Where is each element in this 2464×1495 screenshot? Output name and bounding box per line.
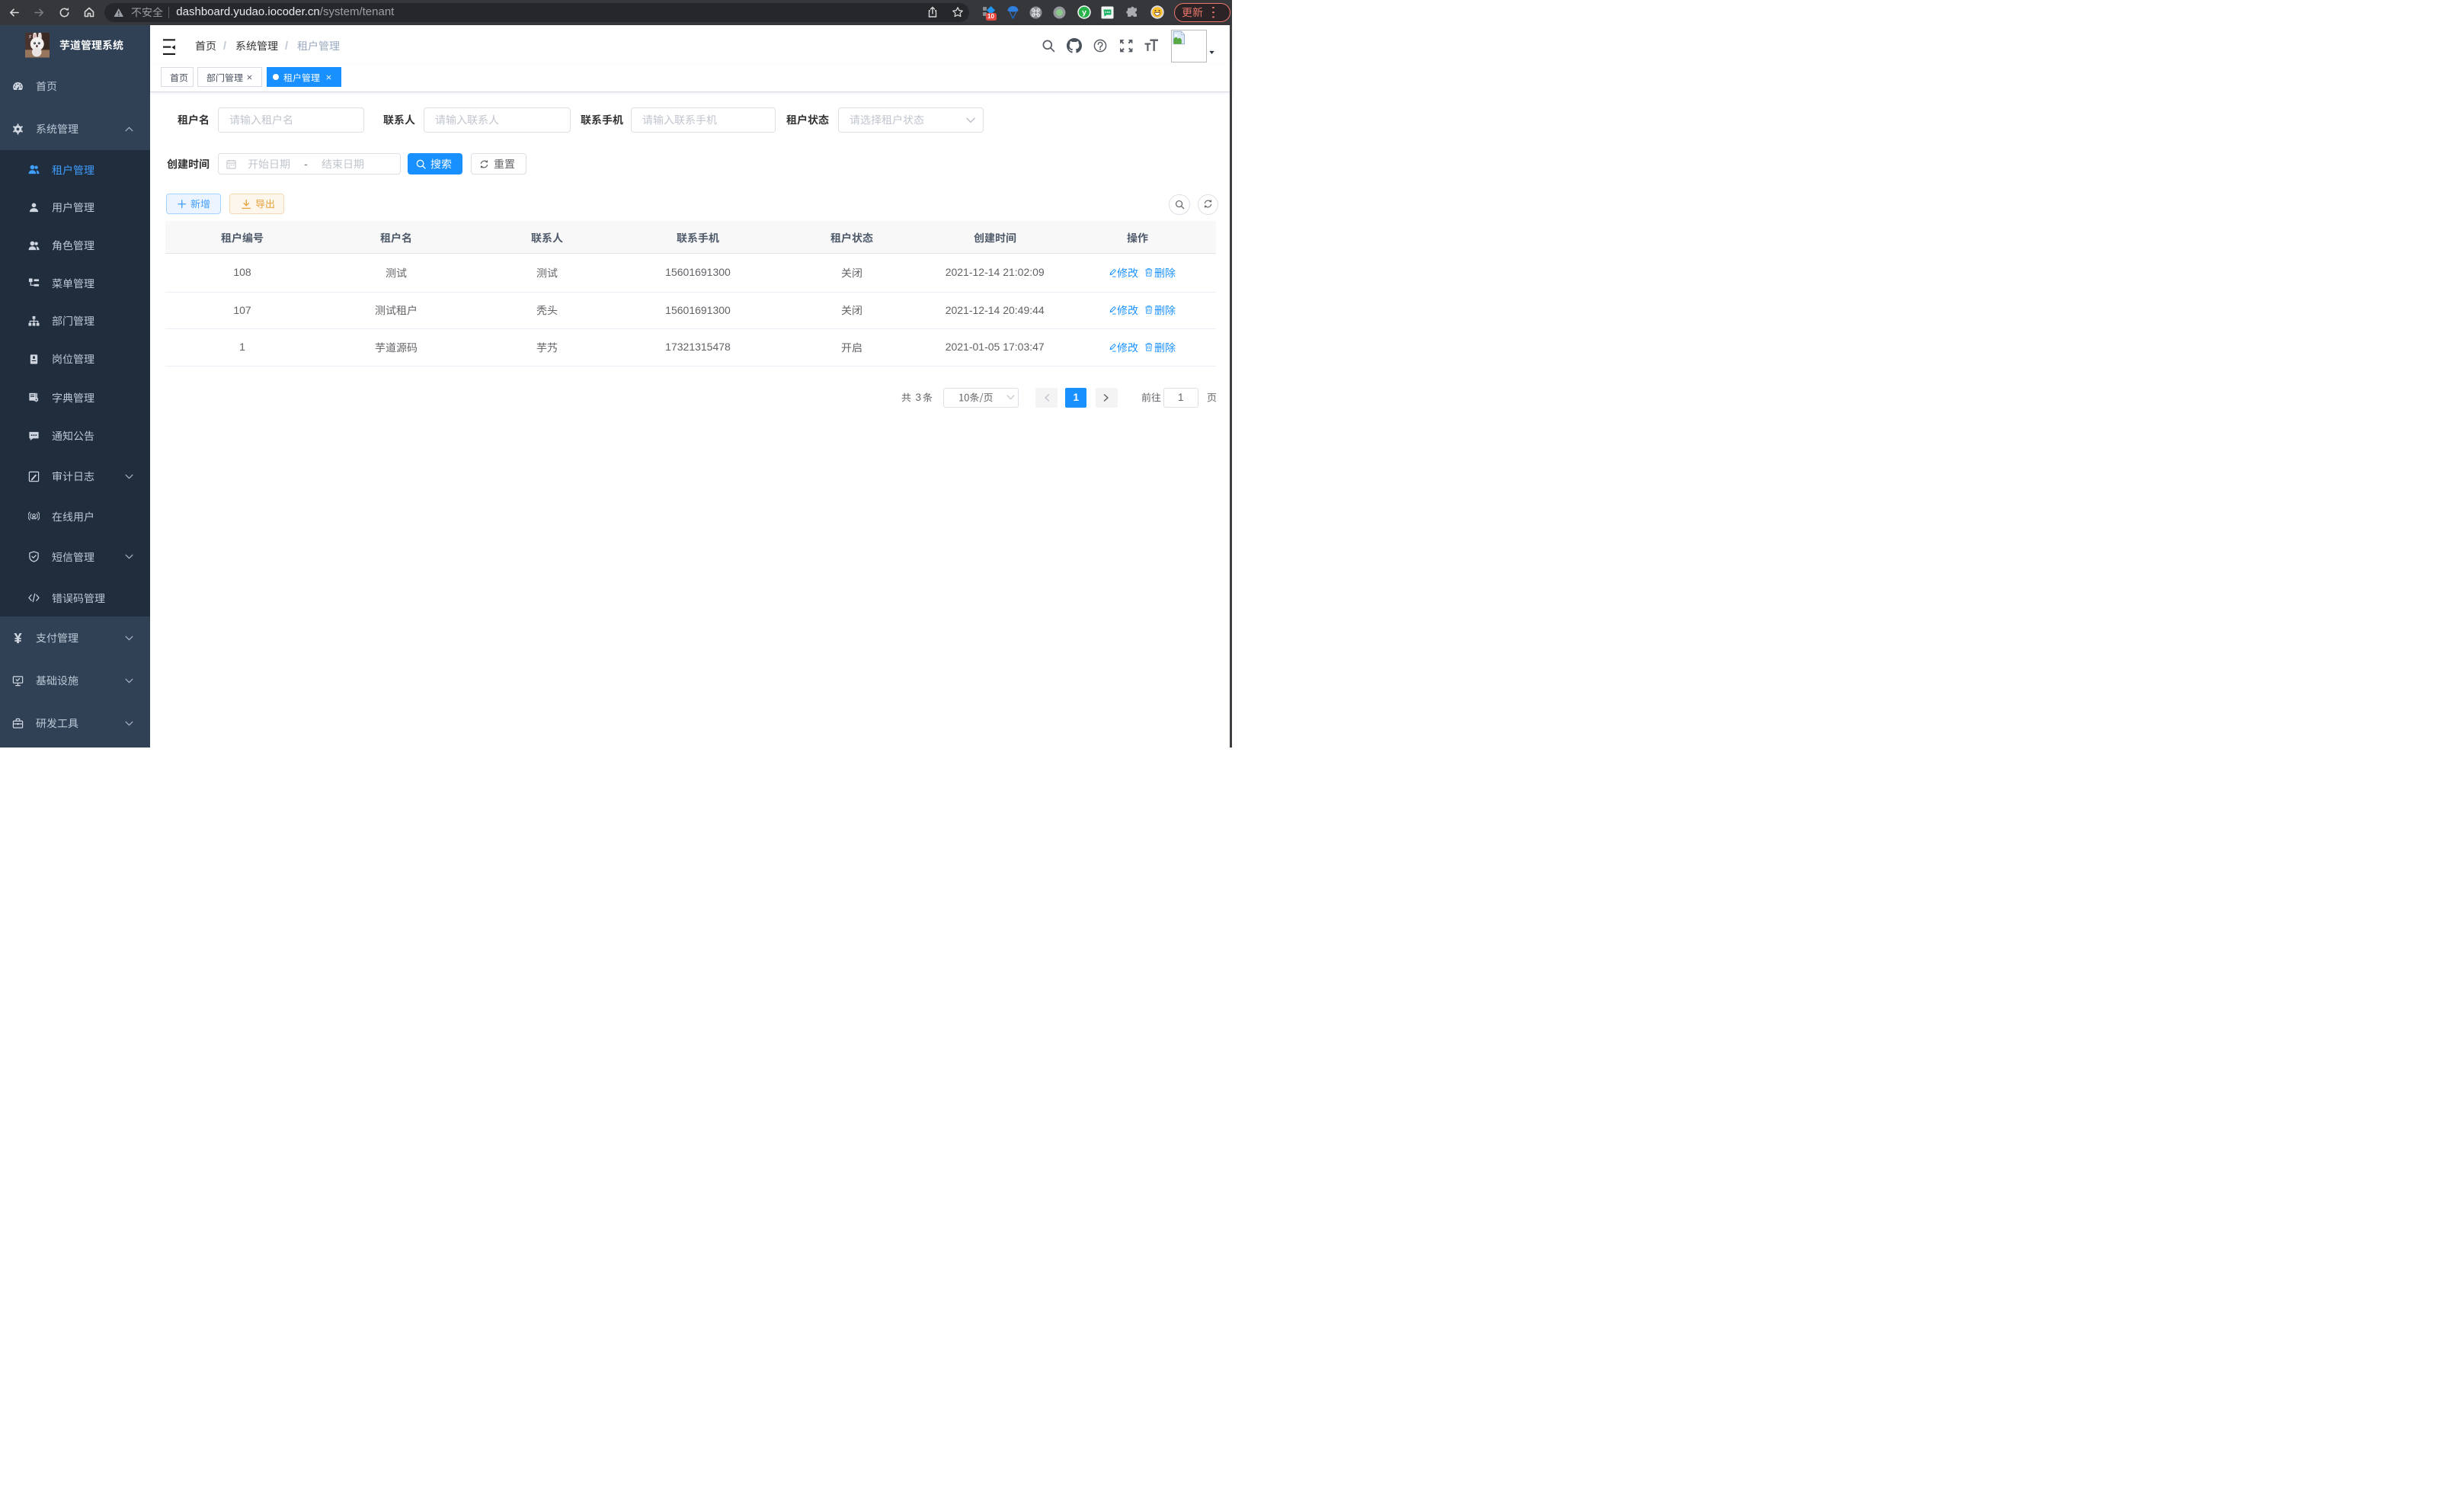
svg-text:y: y (1082, 8, 1086, 18)
